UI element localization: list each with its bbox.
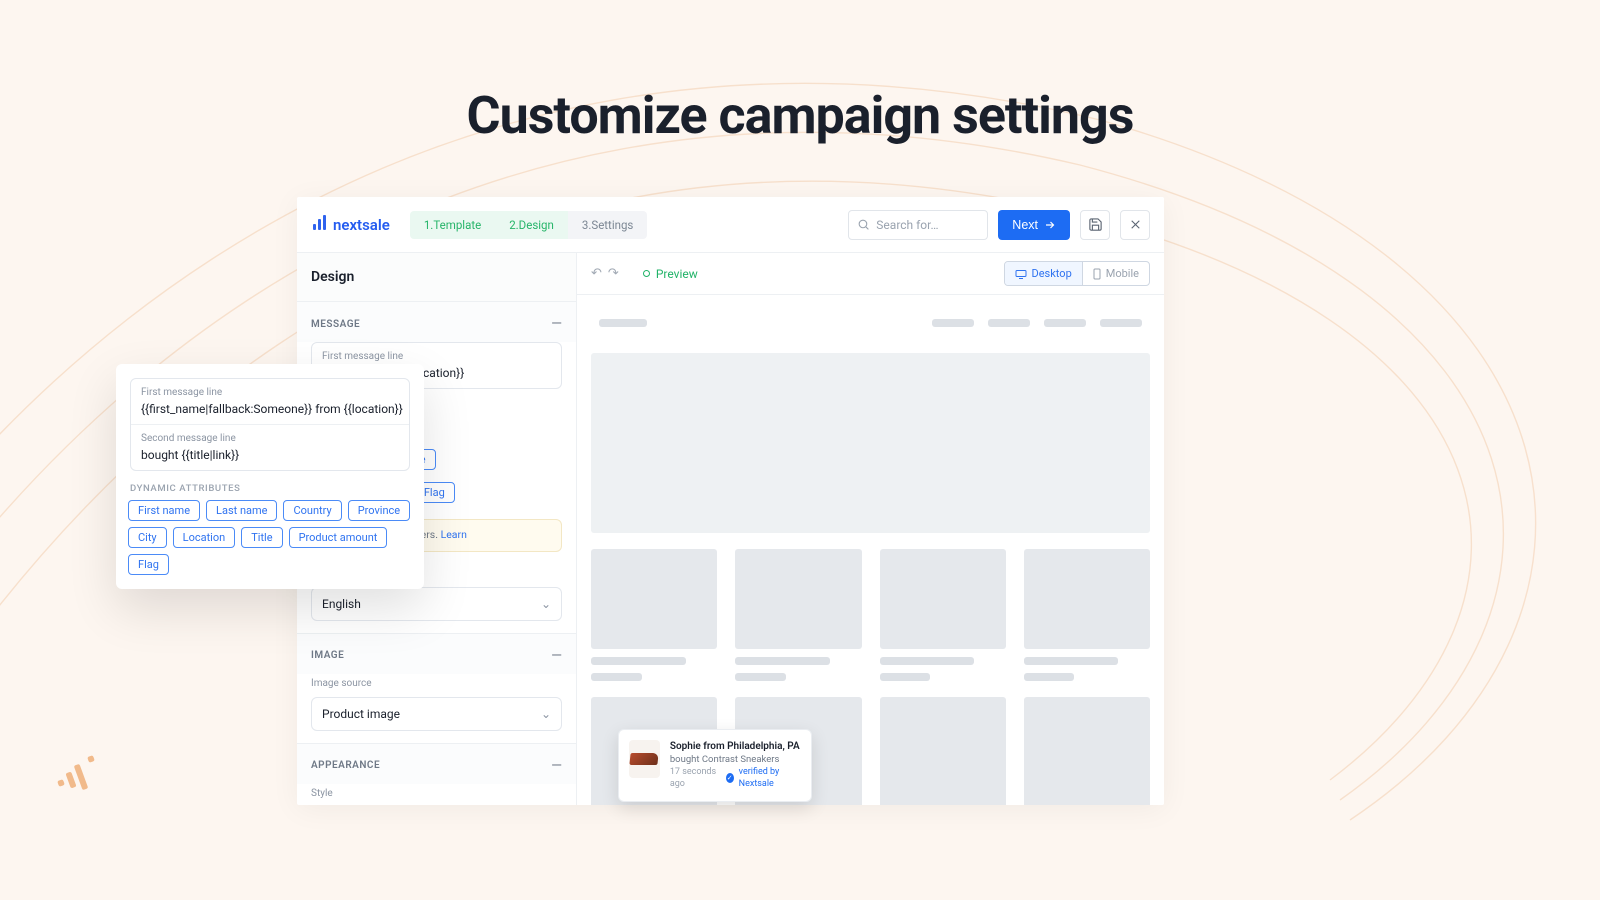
search-icon: [857, 218, 870, 231]
overlay-chips: First name Last name Country Province Ci…: [116, 500, 424, 575]
save-button[interactable]: [1080, 210, 1110, 240]
close-icon: [1129, 218, 1142, 231]
chip-city[interactable]: City: [128, 527, 167, 548]
notification-verified: verified by Nextsale: [739, 766, 801, 790]
mobile-icon: [1093, 268, 1101, 280]
arrow-right-icon: [1044, 219, 1056, 231]
learn-link[interactable]: Learn: [441, 528, 467, 541]
desktop-icon: [1015, 269, 1027, 279]
overlay-fields[interactable]: First message line {{first_name|fallback…: [130, 378, 410, 471]
notification-line1: Sophie from Philadelphia, PA: [670, 740, 801, 754]
shoe-icon: [630, 753, 659, 765]
wizard-steps: 1.Template 2.Design 3.Settings: [410, 211, 648, 239]
device-toggle: Desktop Mobile: [1004, 261, 1151, 286]
page-title: Customize campaign settings: [467, 85, 1134, 146]
notification-time: 17 seconds ago: [670, 766, 721, 790]
chip-first-name[interactable]: First name: [128, 500, 200, 521]
close-button[interactable]: [1120, 210, 1150, 240]
image-source-label: Image source: [297, 674, 576, 693]
verified-badge-icon: ✓: [726, 773, 734, 783]
search-placeholder: Search for…: [876, 218, 938, 232]
brand-name: nextsale: [333, 216, 390, 234]
search-input[interactable]: Search for…: [848, 210, 988, 240]
collapse-icon: —: [551, 648, 562, 664]
app-window: nextsale 1.Template 2.Design 3.Settings …: [297, 197, 1164, 805]
next-button[interactable]: Next: [998, 210, 1070, 240]
second-line-input[interactable]: bought {{title|link}}: [131, 444, 409, 470]
message-editor-overlay: First message line {{first_name|fallback…: [116, 364, 424, 589]
brand-logo-icon: [311, 214, 329, 236]
save-icon: [1088, 217, 1103, 232]
notification-preview: Sophie from Philadelphia, PA bought Cont…: [618, 729, 812, 802]
preview-toolbar: ↶ ↷ Preview Desktop Mobile: [577, 253, 1164, 295]
device-desktop[interactable]: Desktop: [1005, 262, 1083, 285]
sidebar-title: Design: [297, 253, 576, 302]
device-mobile[interactable]: Mobile: [1083, 262, 1149, 285]
preview-label: Preview: [643, 267, 698, 281]
lang-select[interactable]: English ⌄: [311, 587, 562, 621]
chip-product-amount-ov[interactable]: Product amount: [289, 527, 388, 548]
notification-line2: bought Contrast Sneakers: [670, 754, 801, 767]
section-appearance-header[interactable]: APPEARANCE —: [297, 743, 576, 784]
dynamic-attributes-label: DYNAMIC ATTRIBUTES: [116, 479, 424, 500]
section-image-header[interactable]: IMAGE —: [297, 633, 576, 674]
collapse-icon: —: [551, 316, 562, 332]
step-design[interactable]: 2.Design: [495, 211, 568, 239]
chip-province-ov[interactable]: Province: [348, 500, 410, 521]
preview-dot-icon: [643, 270, 650, 277]
notification-image: [629, 740, 660, 778]
undo-button[interactable]: ↶: [591, 266, 602, 281]
chip-flag-ov[interactable]: Flag: [128, 554, 169, 575]
preview-panel: ↶ ↷ Preview Desktop Mobile: [577, 253, 1164, 805]
collapse-icon: —: [551, 758, 562, 774]
brand-mark-icon: [54, 752, 98, 800]
chip-title[interactable]: Title: [241, 527, 282, 548]
step-template[interactable]: 1.Template: [410, 211, 495, 239]
chip-country-ov[interactable]: Country: [283, 500, 341, 521]
step-settings[interactable]: 3.Settings: [568, 211, 648, 239]
chip-last-name[interactable]: Last name: [206, 500, 277, 521]
style-label: Style: [297, 784, 576, 803]
image-source-select[interactable]: Product image ⌄: [311, 697, 562, 731]
redo-button[interactable]: ↷: [608, 266, 619, 281]
first-line-input[interactable]: {{first_name|fallback:Someone}} from {{l…: [131, 398, 409, 424]
topbar: nextsale 1.Template 2.Design 3.Settings …: [297, 197, 1164, 253]
chevron-down-icon: ⌄: [541, 597, 551, 611]
chevron-down-icon: ⌄: [541, 707, 551, 721]
brand-logo: nextsale: [311, 214, 390, 236]
section-message-header[interactable]: MESSAGE —: [297, 302, 576, 342]
chip-location[interactable]: Location: [173, 527, 236, 548]
